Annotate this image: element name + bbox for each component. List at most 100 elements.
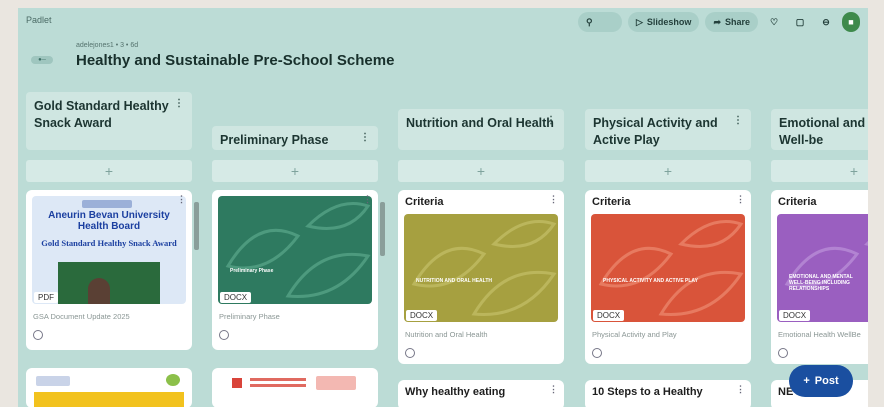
column-menu-icon[interactable]: ⋮ [733, 114, 743, 127]
add-post-button[interactable]: + [585, 160, 751, 182]
board-title: Healthy and Sustainable Pre-School Schem… [76, 52, 395, 69]
column-title: Physical Activity and Active Play [593, 116, 718, 147]
remake-button[interactable]: ▢ [790, 12, 810, 32]
thumbnail-label: PHYSICAL ACTIVITY AND ACTIVE PLAY [603, 278, 698, 284]
post-card[interactable]: Criteria EMOTIONAL AND MENTAL WELL-BEING… [771, 190, 868, 364]
column-menu-icon[interactable]: ⋮ [360, 131, 370, 144]
comment-icon[interactable] [592, 348, 602, 358]
post-card[interactable] [26, 368, 192, 407]
post-title: Criteria [592, 196, 631, 208]
post-card[interactable]: Criteria ⋮ NUTRITION AND ORAL HEALTH DOC… [398, 190, 564, 364]
board-meta: adelejones1 • 3 • 6d [76, 42, 139, 49]
plus-icon: + [803, 375, 810, 387]
post-thumbnail: PHYSICAL ACTIVITY AND ACTIVE PLAY [591, 214, 745, 322]
share-icon: ➦ [713, 16, 721, 27]
post-card[interactable]: Why healthy eating ⋮ [398, 380, 564, 407]
post-thumbnail: EMOTIONAL AND MENTAL WELL-BEING INCLUDIN… [777, 214, 868, 322]
file-type-badge: DOCX [779, 310, 811, 321]
column-header[interactable]: Physical Activity and Active Play ⋮ [585, 109, 751, 150]
post-button-label: Post [814, 375, 839, 387]
share-label: Share [724, 17, 750, 27]
comment-icon[interactable] [778, 348, 788, 358]
comment-icon[interactable] [405, 348, 415, 358]
column-title: Emotional and Mental Well-be [779, 116, 868, 147]
glasses-icon [316, 376, 356, 390]
post-thumbnail: Preliminary Phase [218, 196, 372, 304]
post-title: Why healthy eating [405, 386, 506, 398]
post-card[interactable]: 10 Steps to a Healthy ⋮ [585, 380, 751, 407]
more-circle-icon: ⊖ [822, 16, 830, 27]
add-post-button[interactable]: + [212, 160, 378, 182]
nhs-logo-icon [82, 200, 132, 208]
toolbar: ⚲ ▷ Slideshow ➦ Share ♡ ▢ ⊖ ■ [578, 12, 860, 32]
plus-icon: + [849, 163, 859, 179]
post-card[interactable]: ⋮ Preliminary Phase DOCX Preliminary Pha… [212, 190, 378, 350]
search-button[interactable]: ⚲ [578, 12, 622, 32]
post-caption: Emotional Health WellBe [778, 330, 861, 339]
child-image [88, 278, 110, 304]
comment-icon[interactable] [33, 330, 43, 340]
column-header[interactable]: Preliminary Phase ⋮ [212, 126, 378, 150]
slideshow-button[interactable]: ▷ Slideshow [628, 12, 700, 32]
file-type-badge: DOCX [406, 310, 438, 321]
more-button[interactable]: ⊖ [816, 12, 836, 32]
bell-icon: ♡ [769, 16, 779, 27]
add-post-fab[interactable]: + Post [789, 365, 853, 397]
nhs-logo-icon [36, 376, 70, 386]
column-title: Preliminary Phase [220, 133, 329, 147]
card-menu-icon[interactable]: ⋮ [736, 194, 745, 205]
post-card[interactable]: Criteria ⋮ PHYSICAL ACTIVITY AND ACTIVE … [585, 190, 751, 364]
add-post-button[interactable]: + [26, 160, 192, 182]
file-type-badge: PDF [34, 292, 58, 303]
card-menu-icon[interactable]: ⋮ [177, 194, 186, 205]
post-caption: Nutrition and Oral Health [405, 330, 488, 339]
share-button[interactable]: ➦ Share [705, 12, 758, 32]
user-icon: ■ [848, 17, 854, 27]
leaf-pattern-icon [598, 220, 744, 316]
padlet-board: Padlet ⚲ ▷ Slideshow ➦ Share ♡ ▢ ⊖ ■ ●─ … [18, 8, 868, 407]
document-heading: Aneurin Bevan University Health Board [48, 210, 170, 232]
post-thumbnail: NUTRITION AND ORAL HEALTH [404, 214, 558, 322]
add-post-button[interactable]: + [771, 160, 868, 182]
column-scrollbar[interactable] [380, 202, 385, 256]
file-type-badge: DOCX [220, 292, 252, 303]
plus-icon: + [104, 163, 114, 179]
copy-icon: ▢ [795, 16, 805, 27]
play-icon: ▷ [636, 16, 643, 27]
board-avatar-icon: ●─ [31, 56, 53, 64]
post-card[interactable]: ⋮ Aneurin Bevan University Health Board … [26, 190, 192, 350]
post-thumbnail: Aneurin Bevan University Health Board Go… [32, 196, 186, 304]
apple-icon [166, 374, 180, 386]
column-menu-icon[interactable]: ⋮ [546, 114, 556, 127]
app-brand[interactable]: Padlet [26, 15, 52, 25]
plus-icon: + [290, 163, 300, 179]
column-header[interactable]: Emotional and Mental Well-be [771, 109, 868, 150]
column-scrollbar[interactable] [194, 202, 199, 250]
column-header[interactable]: Gold Standard Healthy Snack Award ⋮ [26, 92, 192, 150]
file-type-badge: DOCX [593, 310, 625, 321]
leaf-pattern-icon [784, 241, 868, 288]
leaf-pattern-icon [411, 220, 557, 316]
slideshow-label: Slideshow [646, 17, 692, 27]
plus-icon: + [663, 163, 673, 179]
card-menu-icon[interactable]: ⋮ [736, 384, 745, 395]
nhs-logo-icon [232, 378, 242, 388]
thumbnail-label: EMOTIONAL AND MENTAL WELL-BEING INCLUDIN… [789, 274, 853, 292]
post-caption: Preliminary Phase [219, 312, 280, 321]
add-post-button[interactable]: + [398, 160, 564, 182]
post-card[interactable] [212, 368, 378, 407]
notifications-button[interactable]: ♡ [764, 12, 784, 32]
search-icon: ⚲ [586, 16, 593, 27]
comment-icon[interactable] [219, 330, 229, 340]
card-menu-icon[interactable]: ⋮ [549, 194, 558, 205]
column-menu-icon[interactable]: ⋮ [174, 97, 184, 110]
text-line [250, 384, 306, 387]
post-title: 10 Steps to a Healthy [592, 386, 703, 398]
column-header[interactable]: Nutrition and Oral Health ⋮ [398, 109, 564, 150]
thumbnail-label: Preliminary Phase [230, 268, 274, 274]
card-menu-icon[interactable]: ⋮ [549, 384, 558, 395]
user-avatar-button[interactable]: ■ [842, 12, 860, 32]
post-caption: GSA Document Update 2025 [33, 312, 130, 321]
card-menu-icon[interactable]: ⋮ [363, 194, 372, 205]
thumbnail-label: NUTRITION AND ORAL HEALTH [416, 278, 493, 284]
